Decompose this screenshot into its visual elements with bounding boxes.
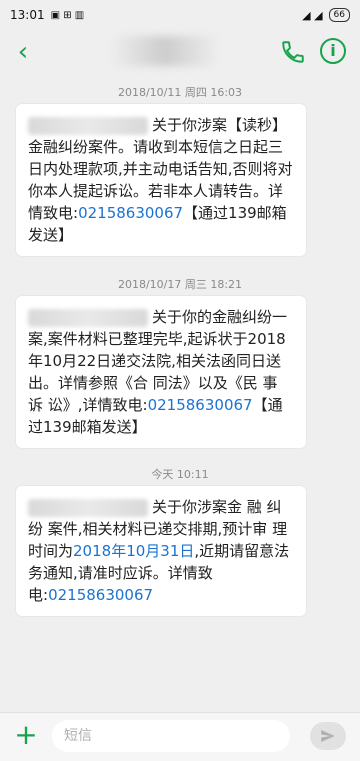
message-prefix: 关于你的 bbox=[152, 308, 213, 326]
signal-icon: ◢ ◢ bbox=[302, 8, 323, 22]
notification-icon: ▣ ⊞ ▥ bbox=[50, 9, 85, 21]
message-timestamp: 2018/10/11 周四 16:03 bbox=[117, 86, 243, 99]
conversation-header: ‹ i bbox=[0, 30, 360, 74]
send-icon bbox=[321, 730, 335, 742]
redacted-text bbox=[28, 498, 148, 517]
message-bubble[interactable]: 关于你涉案金 融 纠 纷 案件,相关材料已递交排期,预计审 理时间为2018年1… bbox=[16, 486, 306, 616]
compose-bar: + bbox=[0, 712, 360, 761]
message-bubble[interactable]: 关于你的金融纠纷一案,案件材料已整理完毕,起诉状于2018年10月22日递交法院… bbox=[16, 296, 306, 448]
info-icon[interactable]: i bbox=[320, 38, 346, 64]
status-right: ◢ ◢ 66 bbox=[302, 8, 350, 22]
add-icon[interactable]: + bbox=[14, 721, 38, 749]
status-time: 13:01 bbox=[10, 8, 45, 22]
status-bar: 13:01 ▣ ⊞ ▥ ◢ ◢ 66 bbox=[0, 0, 360, 30]
message-timestamp: 今天 10:11 bbox=[151, 468, 209, 481]
message-prefix: 关于你涉 bbox=[152, 498, 213, 516]
contact-name-redacted bbox=[110, 36, 220, 66]
message-bubble[interactable]: 关于你涉案【读秒】金融纠纷案件。请收到本短信之日起三日内处理款项,并主动电话告知… bbox=[16, 104, 306, 256]
phone-link[interactable]: 02158630067 bbox=[78, 204, 183, 222]
phone-link[interactable]: 02158630067 bbox=[48, 586, 153, 604]
battery-icon: 66 bbox=[328, 8, 350, 22]
status-left: 13:01 ▣ ⊞ ▥ bbox=[10, 8, 84, 22]
message-prefix: 关于你 bbox=[152, 116, 198, 134]
date-link[interactable]: 2018年10月31日 bbox=[73, 542, 194, 560]
redacted-text bbox=[28, 308, 148, 327]
redacted-text bbox=[28, 116, 148, 135]
phone-call-icon[interactable] bbox=[280, 39, 306, 65]
message-input[interactable] bbox=[52, 720, 290, 752]
message-timestamp: 2018/10/17 周三 18:21 bbox=[117, 278, 243, 291]
phone-link[interactable]: 02158630067 bbox=[148, 396, 253, 414]
back-icon[interactable]: ‹ bbox=[10, 39, 36, 65]
send-button[interactable] bbox=[310, 722, 346, 750]
